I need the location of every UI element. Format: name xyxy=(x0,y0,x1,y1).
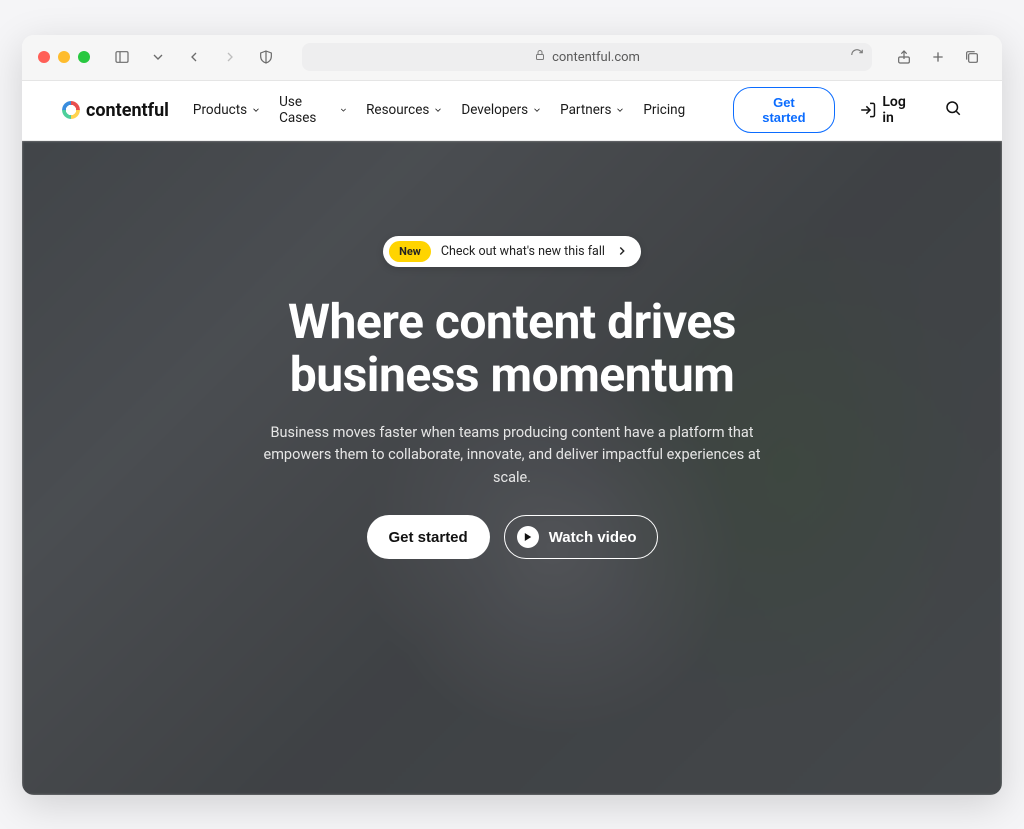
chevron-down-icon xyxy=(251,105,261,115)
nav-label: Use Cases xyxy=(279,94,335,126)
nav-pricing[interactable]: Pricing xyxy=(643,94,685,126)
page-content: contentful Products Use Cases Resources … xyxy=(22,81,1002,795)
hero-get-started-button[interactable]: Get started xyxy=(367,515,490,559)
share-icon[interactable] xyxy=(890,43,918,71)
announcement-badge: New xyxy=(389,241,431,262)
get-started-button[interactable]: Get started xyxy=(733,87,834,133)
watch-video-label: Watch video xyxy=(549,529,637,546)
chevron-down-icon[interactable] xyxy=(144,43,172,71)
hero-subtitle: Business moves faster when teams produci… xyxy=(252,422,772,489)
nav-label: Resources xyxy=(366,102,429,118)
nav-partners[interactable]: Partners xyxy=(560,94,625,126)
maximize-window-icon[interactable] xyxy=(78,51,90,63)
address-bar[interactable]: contentful.com xyxy=(302,43,872,71)
nav-label: Products xyxy=(193,102,247,118)
refresh-icon[interactable] xyxy=(850,48,864,66)
nav-label: Partners xyxy=(560,102,611,118)
primary-nav: Products Use Cases Resources Developers … xyxy=(193,94,685,126)
login-link[interactable]: Log in xyxy=(859,94,920,126)
hero-actions: Get started Watch video xyxy=(252,515,772,559)
search-button[interactable] xyxy=(944,99,962,121)
sidebar-toggle-icon[interactable] xyxy=(108,43,136,71)
close-window-icon[interactable] xyxy=(38,51,50,63)
nav-label: Developers xyxy=(461,102,528,118)
site-header: contentful Products Use Cases Resources … xyxy=(22,81,1002,141)
watch-video-button[interactable]: Watch video xyxy=(504,515,658,559)
nav-resources[interactable]: Resources xyxy=(366,94,443,126)
search-icon xyxy=(944,99,962,117)
hero-content: New Check out what's new this fall Where… xyxy=(232,236,792,560)
brand-logo[interactable]: contentful xyxy=(62,100,169,121)
play-icon xyxy=(517,526,539,548)
announcement-text: Check out what's new this fall xyxy=(441,244,605,259)
back-button-icon[interactable] xyxy=(180,43,208,71)
announcement-pill[interactable]: New Check out what's new this fall xyxy=(383,236,641,267)
tabs-overview-icon[interactable] xyxy=(958,43,986,71)
hero-title-line1: Where content drives xyxy=(288,293,736,350)
nav-use-cases[interactable]: Use Cases xyxy=(279,94,348,126)
chevron-down-icon xyxy=(615,105,625,115)
logo-icon xyxy=(62,101,80,119)
minimize-window-icon[interactable] xyxy=(58,51,70,63)
browser-chrome: contentful.com xyxy=(22,35,1002,81)
chevron-down-icon xyxy=(339,105,348,115)
nav-developers[interactable]: Developers xyxy=(461,94,542,126)
chevron-down-icon xyxy=(532,105,542,115)
login-label: Log in xyxy=(882,94,920,126)
address-bar-text: contentful.com xyxy=(552,50,640,65)
new-tab-icon[interactable] xyxy=(924,43,952,71)
nav-label: Pricing xyxy=(643,102,685,118)
hero-section: New Check out what's new this fall Where… xyxy=(22,141,1002,795)
lock-icon xyxy=(534,49,546,65)
brand-name: contentful xyxy=(86,100,169,121)
hero-title-line2: business momentum xyxy=(290,346,735,403)
hero-title: Where content drives business momentum xyxy=(252,295,772,403)
traffic-lights xyxy=(38,51,90,63)
chevron-right-icon xyxy=(615,244,629,258)
nav-products[interactable]: Products xyxy=(193,94,261,126)
login-icon xyxy=(859,101,877,119)
browser-window: contentful.com contentful xyxy=(22,35,1002,795)
forward-button-icon[interactable] xyxy=(216,43,244,71)
chevron-down-icon xyxy=(433,105,443,115)
shield-icon[interactable] xyxy=(252,43,280,71)
